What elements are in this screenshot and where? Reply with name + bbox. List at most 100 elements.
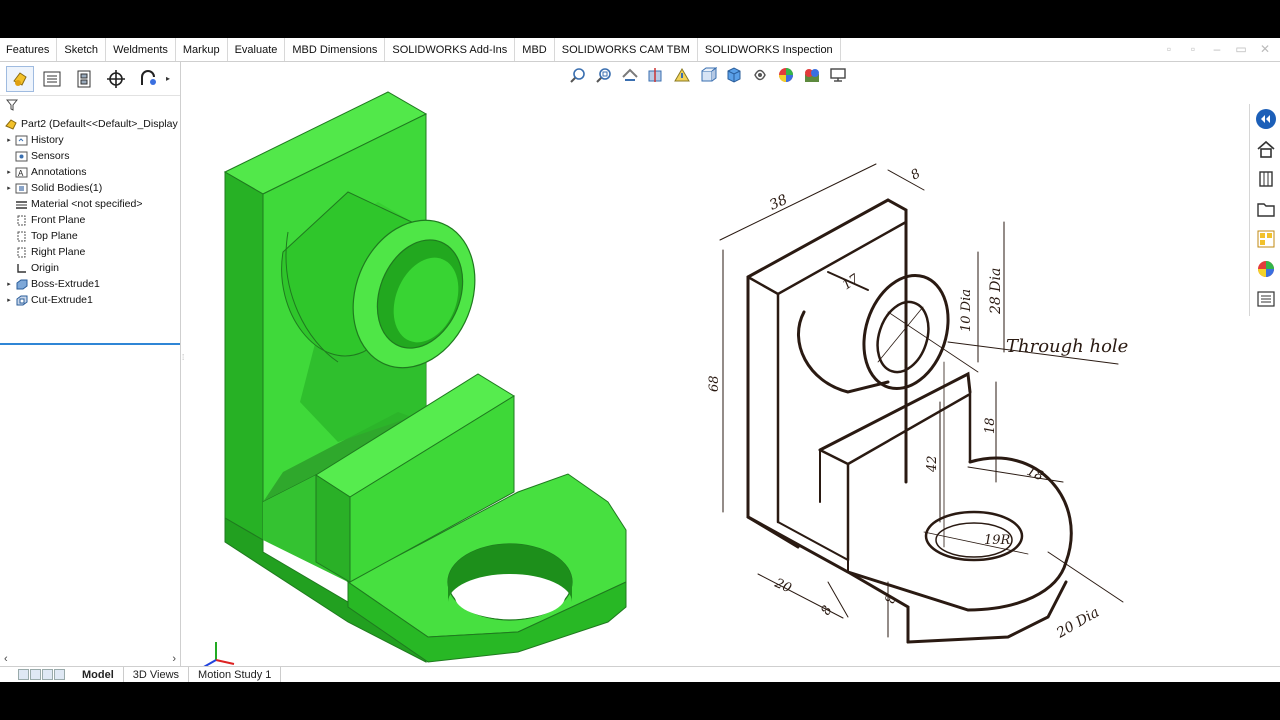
close-icon[interactable]: ✕ [1258,43,1272,55]
prev-tab-icon[interactable] [30,669,41,680]
extrude-icon [14,278,28,290]
panel-tabs-more-icon[interactable]: ▸ [166,74,170,83]
expand-arrow-icon[interactable]: ▸ [4,168,14,176]
dim-18-vertical: 18 [983,417,998,434]
tree-item-front-plane[interactable]: Front Plane [0,212,180,228]
dim-8-top: 8 [909,166,924,183]
home-icon[interactable] [1250,134,1280,164]
dim-68: 68 [707,375,722,392]
bottom-black-bar [0,682,1280,720]
feature-manager-tab[interactable] [6,65,34,92]
dim-28-dia: 28 Dia [988,268,1004,315]
plane-icon [14,214,28,226]
tab-model[interactable]: Model [73,666,124,683]
last-tab-icon[interactable] [54,669,65,680]
material-icon [14,198,28,210]
configuration-manager-tab[interactable] [70,66,98,92]
tab-solidworks-cam-tbm[interactable]: SOLIDWORKS CAM TBM [555,38,698,61]
tree-item-origin[interactable]: Origin [0,260,180,276]
sensors-icon [14,150,28,162]
dim-19r: 19R [984,533,1011,548]
file-explorer-icon[interactable] [1250,194,1280,224]
graphics-canvas: 38 8 17 10 Dia 28 Dia Through hole 68 18… [201,91,1128,669]
expand-arrow-icon[interactable]: ▸ [4,136,14,144]
plane-icon [14,230,28,242]
tree-item-right-plane[interactable]: Right Plane [0,244,180,260]
feature-manager-panel: ▸ Part2 (Default<<Default>_Display S ▸ H… [0,62,181,666]
tab-evaluate[interactable]: Evaluate [228,38,286,61]
view-palette-icon[interactable] [1250,224,1280,254]
expand-arrow-icon[interactable]: ▸ [4,296,14,304]
tree-item-boss-extrude1[interactable]: ▸ Boss-Extrude1 [0,276,180,292]
tree-item-label: Solid Bodies(1) [31,182,103,194]
task-pane [1249,104,1280,316]
plane-icon [14,246,28,258]
tree-item-label: Right Plane [31,246,86,258]
dim-8-base: 8 [883,594,899,605]
tab-solidworks-inspection[interactable]: SOLIDWORKS Inspection [698,38,841,61]
part-icon [4,118,18,130]
tree-item-cut-extrude1[interactable]: ▸ Cut-Extrude1 [0,292,180,308]
command-manager-tabs: Features Sketch Weldments Markup Evaluat… [0,38,1280,62]
tree-item-history[interactable]: ▸ History [0,132,180,148]
appearances-scenes-icon[interactable] [1250,254,1280,284]
rollback-bar[interactable] [0,343,180,345]
solidworks-resources-icon[interactable] [1250,104,1280,134]
scroll-right-icon[interactable]: › [172,653,176,665]
dim-20-dia: 20 Dia [1053,604,1102,642]
tree-item-label: Cut-Extrude1 [31,294,93,306]
tile-icon[interactable]: ▫ [1186,43,1200,55]
tree-item-material[interactable]: Material <not specified> [0,196,180,212]
design-library-icon[interactable] [1250,164,1280,194]
first-tab-icon[interactable] [18,669,29,680]
svg-text:A: A [18,169,24,178]
display-manager-tab[interactable] [134,66,162,92]
next-tab-icon[interactable] [42,669,53,680]
panel-horizontal-scrollbar[interactable]: ‹ › [0,652,180,666]
tab-motion-study-1[interactable]: Motion Study 1 [189,666,282,683]
minimize-icon[interactable]: – [1210,43,1224,55]
annotations-icon: A [14,166,28,178]
3d-part-model[interactable] [223,91,627,663]
graphics-area[interactable]: 38 8 17 10 Dia 28 Dia Through hole 68 18… [188,62,1248,669]
tab-solidworks-add-ins[interactable]: SOLIDWORKS Add-Ins [385,38,516,61]
history-folder-icon [14,134,28,146]
solid-bodies-icon [14,182,28,194]
tree-item-label: Front Plane [31,214,86,226]
restore-panel-icon[interactable]: ▫ [1162,43,1176,55]
dimxpert-manager-tab[interactable] [102,66,130,92]
tab-3d-views[interactable]: 3D Views [124,666,190,683]
cut-extrude-icon [14,294,28,306]
tree-item-label: Material <not specified> [31,198,143,210]
maximize-icon[interactable]: ▭ [1234,43,1248,55]
tab-mbd-dimensions[interactable]: MBD Dimensions [285,38,386,61]
tab-sketch[interactable]: Sketch [57,38,107,61]
tab-mbd[interactable]: MBD [515,38,555,61]
tree-item-sensors[interactable]: Sensors [0,148,180,164]
tree-item-label: History [31,134,64,146]
coordinate-triad-icon [201,642,235,669]
expand-arrow-icon[interactable]: ▸ [4,280,14,288]
tree-item-label: Top Plane [31,230,78,242]
property-manager-tab[interactable] [38,66,66,92]
scroll-left-icon[interactable]: ‹ [4,653,8,665]
dim-20: 20 [771,576,793,597]
tree-item-solid-bodies[interactable]: ▸ Solid Bodies(1) [0,180,180,196]
dim-38: 38 [767,192,790,214]
tab-scroll-buttons [0,669,65,680]
tree-item-top-plane[interactable]: Top Plane [0,228,180,244]
tree-root-part[interactable]: Part2 (Default<<Default>_Display S [0,116,180,132]
tab-weldments[interactable]: Weldments [106,38,176,61]
tab-markup[interactable]: Markup [176,38,228,61]
tree-item-label: Annotations [31,166,87,178]
filter-icon[interactable] [6,99,18,111]
tree-item-annotations[interactable]: ▸ A Annotations [0,164,180,180]
dim-8-bottom: 8 [818,603,835,618]
dim-18-horizontal: 18 [1024,464,1045,484]
tab-features[interactable]: Features [0,38,58,61]
expand-arrow-icon[interactable]: ▸ [4,184,14,192]
custom-properties-icon[interactable] [1250,284,1280,314]
tree-item-label: Sensors [31,150,70,162]
top-black-bar [0,0,1280,38]
origin-icon [14,262,28,274]
